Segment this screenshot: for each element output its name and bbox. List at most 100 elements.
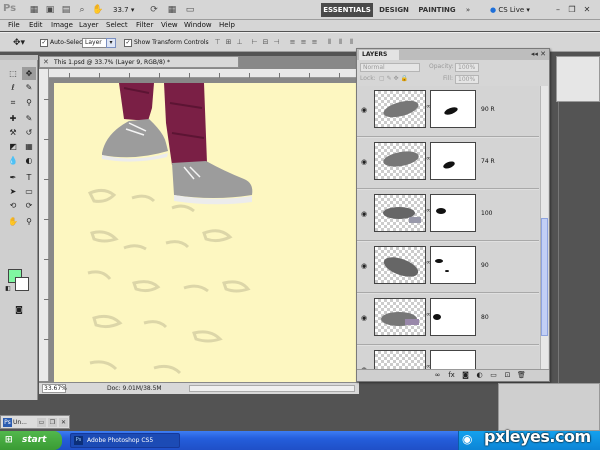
layer-row[interactable]: ◉ ∞ 80	[357, 294, 539, 345]
menu-image[interactable]: Image	[51, 20, 73, 31]
menu-filter[interactable]: Filter	[136, 20, 153, 31]
layer-name[interactable]: 90	[481, 261, 489, 270]
layer-mask-thumbnail[interactable]	[430, 350, 476, 369]
history-brush-tool-icon[interactable]: ↺	[22, 126, 36, 139]
tools-panel-grip[interactable]	[0, 55, 38, 60]
eraser-tool-icon[interactable]: ◩	[6, 140, 20, 153]
zoom-level-select[interactable]: 33.7 ▾	[113, 3, 143, 17]
document-tab[interactable]: ✕ This 1.psd @ 33.7% (Layer 9, RGB/8) *	[39, 56, 239, 68]
chevron-down-icon[interactable]: ▾	[106, 38, 116, 48]
layers-vertical-scrollbar[interactable]	[540, 86, 548, 369]
panel-menu-icon[interactable]: ◂◂ ✕	[531, 49, 546, 59]
hand-tool-icon[interactable]: ✋	[6, 215, 20, 228]
arrange-documents-icon[interactable]: ▦	[166, 3, 178, 17]
align-horizontal-centers-icon[interactable]: ⊟	[261, 38, 270, 47]
type-tool-icon[interactable]: T	[22, 171, 36, 184]
scrollbar-thumb[interactable]	[541, 218, 548, 336]
menu-help[interactable]: Help	[219, 20, 235, 31]
layers-panel-titlebar[interactable]: LAYERS ◂◂ ✕	[357, 49, 549, 60]
menu-view[interactable]: View	[161, 20, 178, 31]
menu-select[interactable]: Select	[106, 20, 128, 31]
eye-icon[interactable]: ◉	[360, 314, 368, 322]
background-color-swatch[interactable]	[15, 277, 29, 291]
new-layer-icon[interactable]: ⊡	[503, 371, 512, 380]
auto-select-checkbox[interactable]: ✓	[40, 39, 48, 47]
layer-thumbnail[interactable]	[374, 142, 426, 180]
dodge-tool-icon[interactable]: ◐	[22, 154, 36, 167]
adjustment-layer-icon[interactable]: ◐	[475, 371, 484, 380]
fill-field[interactable]: 100%	[455, 75, 479, 84]
layer-name[interactable]: 100	[481, 209, 492, 218]
lasso-tool-icon[interactable]: ℓ	[6, 81, 20, 94]
layer-row[interactable]: ◉ ∞	[357, 346, 539, 369]
document-size-info[interactable]: Doc: 9.01M/38.5M	[107, 384, 162, 393]
quick-selection-tool-icon[interactable]: ✎	[22, 81, 36, 94]
eye-icon[interactable]: ◉	[360, 106, 368, 114]
bridge-icon[interactable]: ▦	[28, 3, 40, 17]
restore-icon[interactable]: ❐	[566, 4, 578, 15]
zoom-field[interactable]: 33.67%	[42, 384, 67, 393]
eyedropper-tool-icon[interactable]: ⚲	[22, 96, 36, 109]
distribute-hcenter-icon[interactable]: ⦀	[336, 38, 345, 47]
add-mask-icon[interactable]: ◙	[461, 371, 470, 380]
layer-mask-thumbnail[interactable]	[430, 142, 476, 180]
cs-live-button[interactable]: ● CS Live ▾	[490, 3, 530, 17]
layer-name[interactable]: 80	[481, 313, 489, 322]
layer-thumbnail[interactable]	[374, 350, 426, 369]
spot-healing-tool-icon[interactable]: ✚	[6, 112, 20, 125]
vertical-ruler[interactable]	[39, 69, 49, 381]
layer-row[interactable]: ◉ ∞ 74 R	[357, 138, 539, 189]
minimized-document[interactable]: Ps Un... ▭ ❐ ✕	[0, 415, 70, 429]
layer-mask-thumbnail[interactable]	[430, 194, 476, 232]
move-tool-icon[interactable]: ✥	[22, 67, 36, 80]
layer-mask-thumbnail[interactable]	[430, 298, 476, 336]
marquee-tool-icon[interactable]: ⬚	[6, 67, 20, 80]
blur-tool-icon[interactable]: 💧	[6, 154, 20, 167]
crop-tool-icon[interactable]: ⌗	[6, 96, 20, 109]
trash-icon[interactable]: 🗑	[517, 371, 526, 380]
fx-icon[interactable]: fx	[447, 371, 456, 380]
start-button[interactable]: ⊞ start	[0, 431, 62, 450]
distribute-right-icon[interactable]: ⦀	[347, 38, 356, 47]
layer-name[interactable]: 90 R	[481, 105, 495, 114]
workspace-design-button[interactable]: DESIGN	[377, 3, 411, 17]
workspace-essentials-button[interactable]: ESSENTIALS	[321, 3, 373, 17]
align-vertical-centers-icon[interactable]: ⊞	[224, 38, 233, 47]
default-colors-icon[interactable]: ◧	[4, 285, 12, 293]
layer-thumbnail[interactable]	[374, 298, 426, 336]
layer-thumbnail[interactable]	[374, 194, 426, 232]
mini-bridge-icon[interactable]: ▣	[44, 3, 56, 17]
brush-tool-icon[interactable]: ✎	[22, 112, 36, 125]
zoom-tool-icon[interactable]: ⚲	[22, 215, 36, 228]
quick-mask-icon[interactable]: ◙	[12, 303, 26, 316]
canvas[interactable]	[54, 83, 359, 383]
close-icon[interactable]: ✕	[59, 418, 68, 427]
eye-icon[interactable]: ◉	[360, 158, 368, 166]
layer-row[interactable]: ◉ ∞ 100	[357, 190, 539, 241]
horizontal-scrollbar[interactable]	[189, 385, 355, 392]
clone-stamp-tool-icon[interactable]: ⚒	[6, 126, 20, 139]
menu-edit[interactable]: Edit	[29, 20, 43, 31]
layer-mask-thumbnail[interactable]	[430, 90, 476, 128]
horizontal-ruler[interactable]	[49, 69, 359, 78]
3d-camera-tool-icon[interactable]: ⟳	[22, 199, 36, 212]
align-right-edges-icon[interactable]: ⊣	[272, 38, 281, 47]
layer-mask-thumbnail[interactable]	[430, 246, 476, 284]
align-left-edges-icon[interactable]: ⊢	[250, 38, 259, 47]
screen-mode-icon[interactable]: ▭	[184, 3, 196, 17]
layer-row[interactable]: ◉ ∞ 90	[357, 242, 539, 293]
menu-file[interactable]: File	[8, 20, 20, 31]
layer-thumbnail[interactable]	[374, 90, 426, 128]
eye-icon[interactable]: ◉	[360, 210, 368, 218]
shape-tool-icon[interactable]: ▭	[22, 185, 36, 198]
show-transform-controls-checkbox[interactable]: ✓	[124, 39, 132, 47]
layers-tab[interactable]: LAYERS	[359, 50, 399, 60]
rotate-view-icon[interactable]: ⟳	[148, 3, 160, 17]
layer-row[interactable]: ◉ ∞ 90 R	[357, 86, 539, 137]
guides-icon[interactable]: ▤	[60, 3, 72, 17]
distribute-center-icon[interactable]: ≡	[299, 38, 308, 47]
distribute-bottom-icon[interactable]: ≡	[310, 38, 319, 47]
3d-rotate-tool-icon[interactable]: ⟲	[6, 199, 20, 212]
close-icon[interactable]: ✕	[43, 57, 49, 67]
collapsed-panel-dock[interactable]	[556, 56, 600, 102]
